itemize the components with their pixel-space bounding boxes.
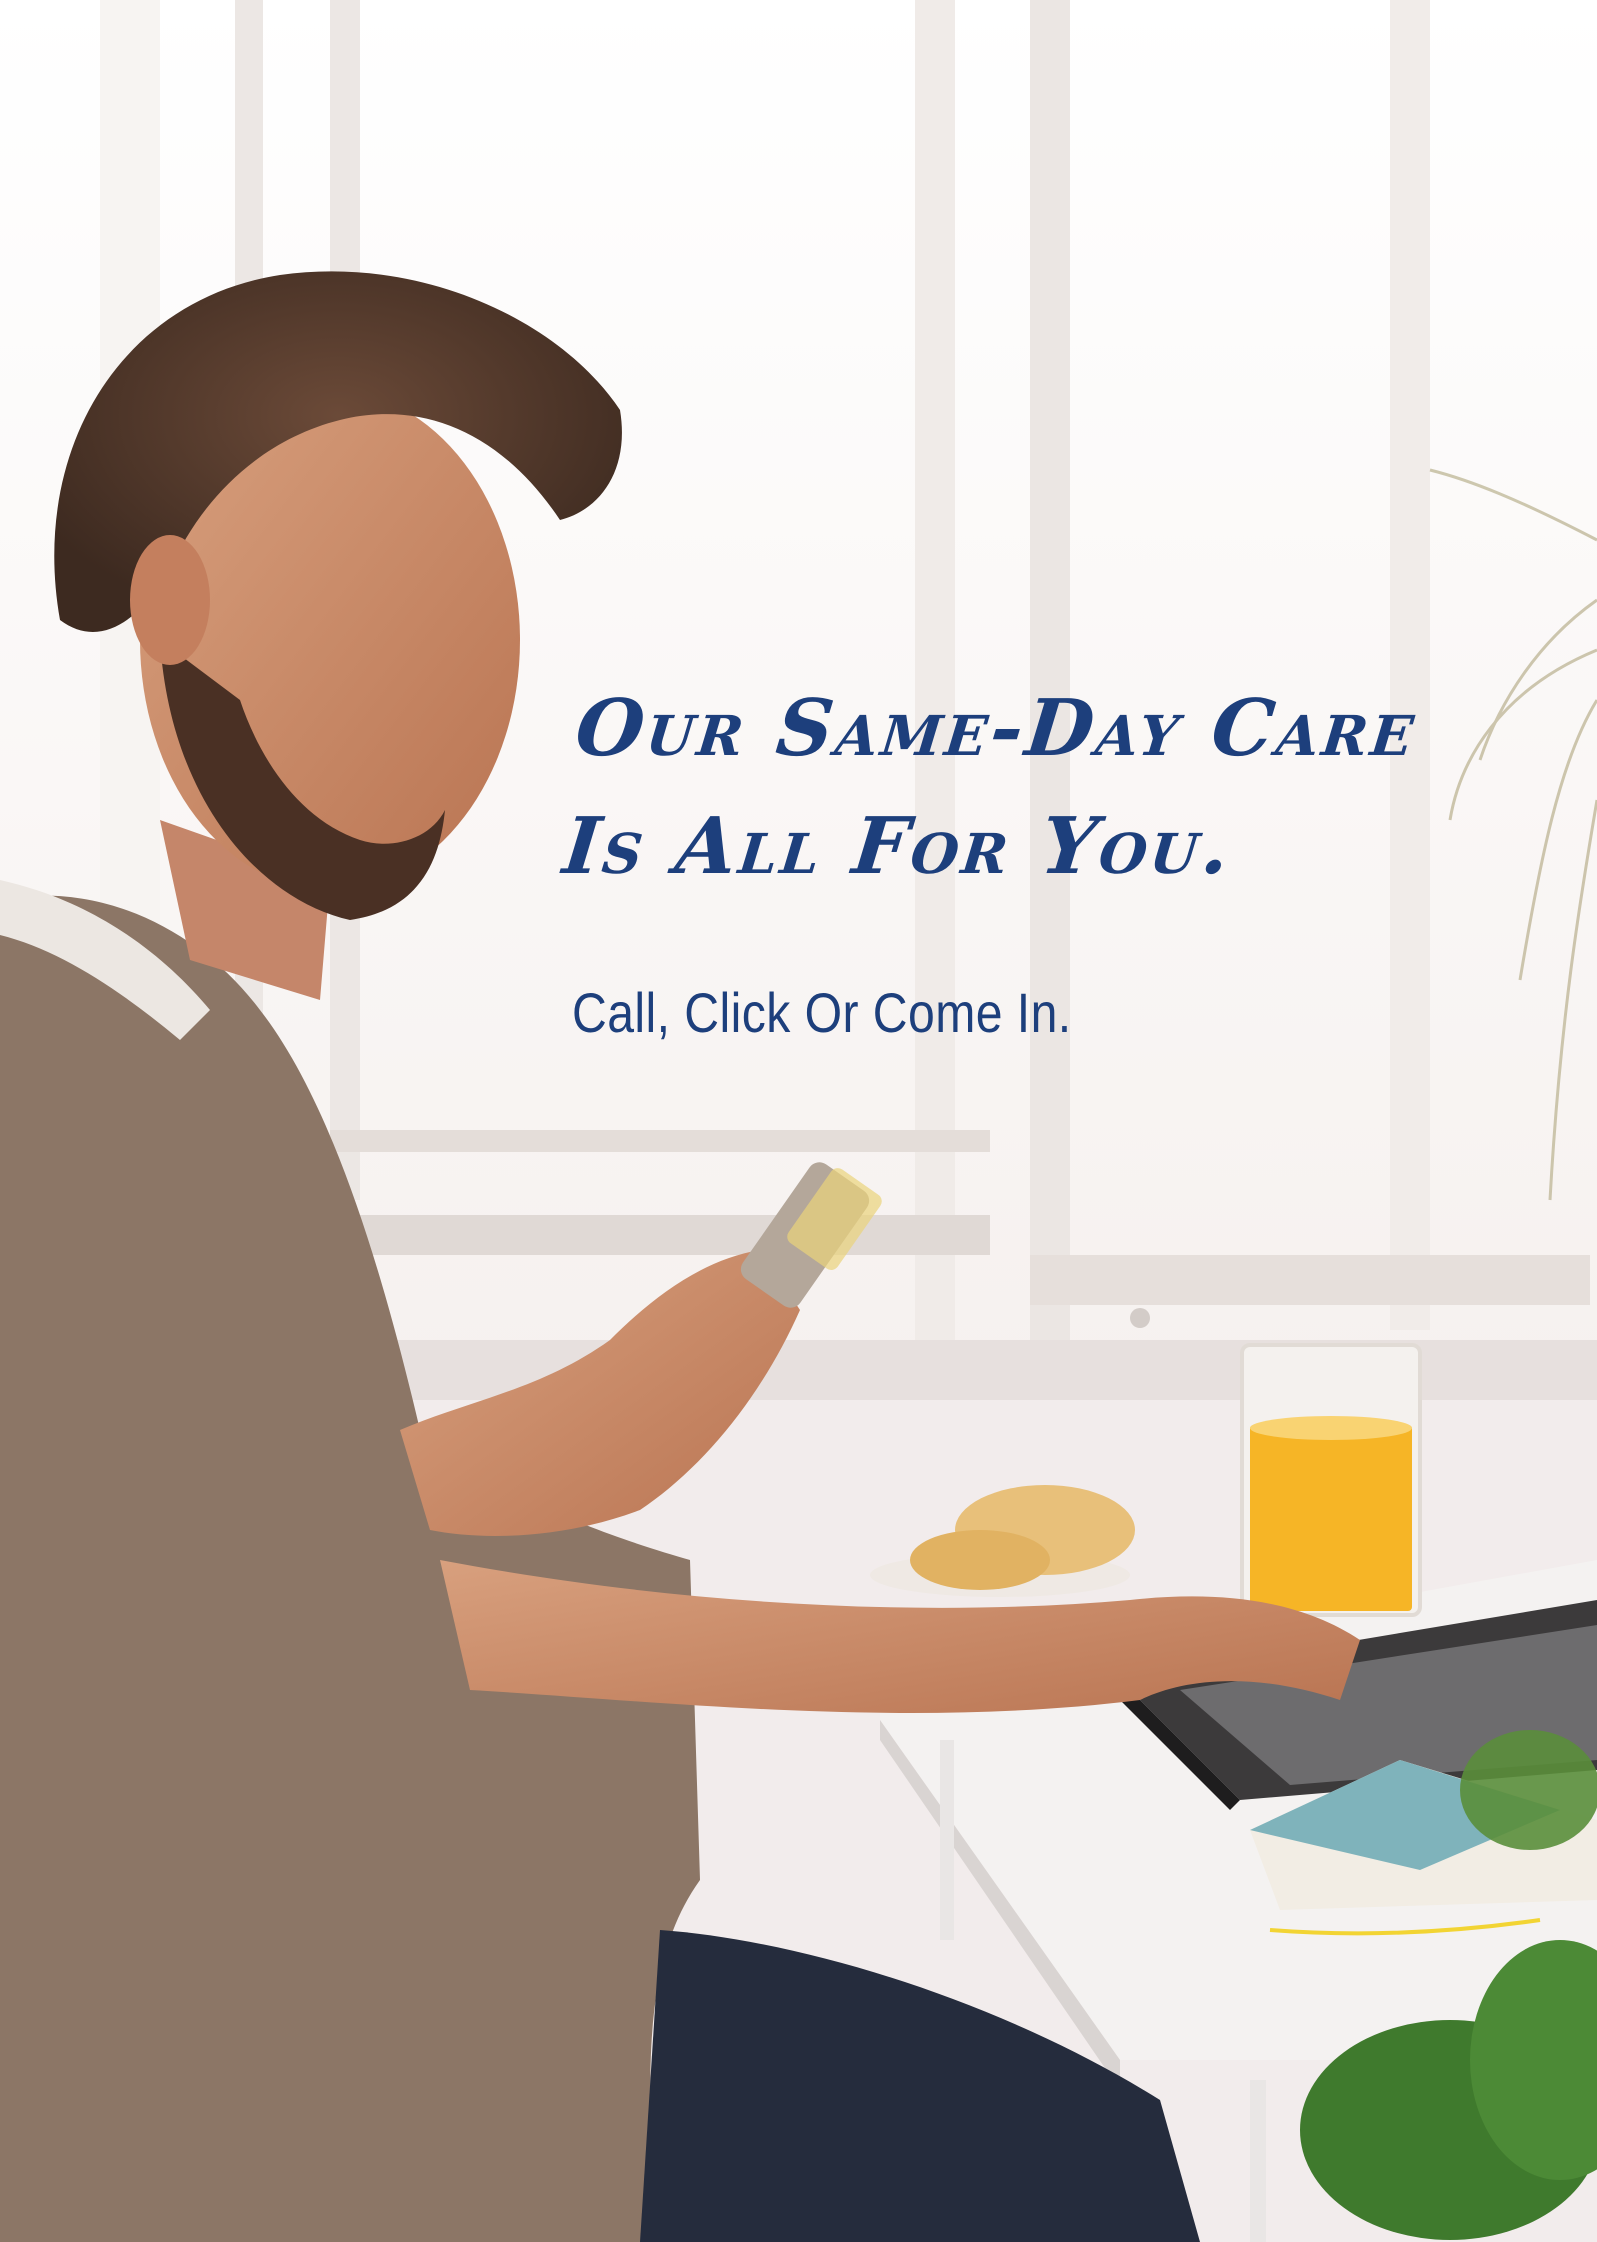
tagline: Call, Click Or Come In.	[572, 981, 1072, 1044]
headline-line-2: Is All For You.	[559, 801, 1237, 892]
juice-glass	[1240, 1343, 1422, 1617]
headline: Our Same-Day Care Is All For You.	[558, 670, 1583, 906]
headline-line-1: Our Same-Day Care	[571, 683, 1422, 774]
photo-background	[0, 0, 1597, 2242]
